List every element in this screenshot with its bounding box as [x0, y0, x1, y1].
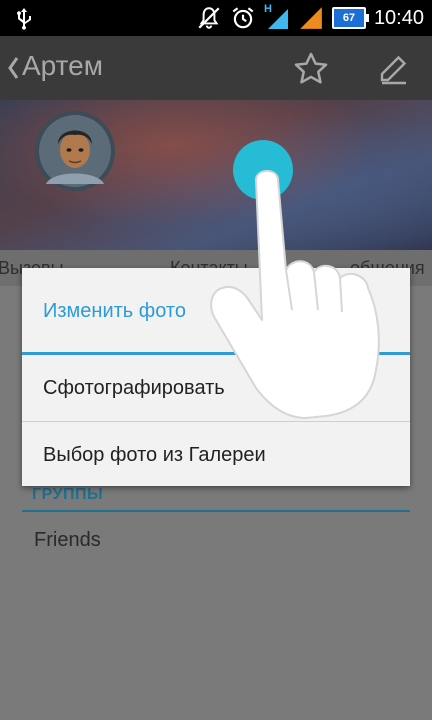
- groups-divider: [22, 510, 410, 512]
- choose-from-gallery-option[interactable]: Выбор фото из Галереи: [22, 422, 410, 488]
- status-bar: H 67 10:40: [0, 0, 432, 36]
- usb-icon: [17, 8, 31, 30]
- group-item-friends[interactable]: Friends: [34, 529, 101, 552]
- choose-from-gallery-label: Выбор фото из Галереи: [43, 444, 266, 466]
- alarm-icon: [232, 7, 254, 29]
- clock: 10:40: [373, 6, 424, 29]
- signal-icon: H: [264, 3, 290, 31]
- star-icon[interactable]: [292, 50, 330, 88]
- edit-icon[interactable]: [376, 50, 412, 86]
- dialog-title: Изменить фото: [43, 300, 186, 322]
- groups-header: ГРУППЫ: [32, 486, 104, 503]
- battery-icon: 67: [331, 7, 369, 29]
- back-chevron-icon[interactable]: [6, 54, 20, 82]
- action-bar: Артем: [0, 36, 432, 100]
- page-title[interactable]: Артем: [22, 50, 103, 82]
- battery-level: 67: [342, 12, 356, 24]
- signal-icon-2: [300, 7, 322, 29]
- avatar[interactable]: [34, 110, 116, 192]
- mute-icon: [198, 7, 220, 29]
- pointing-hand-icon: [210, 170, 380, 419]
